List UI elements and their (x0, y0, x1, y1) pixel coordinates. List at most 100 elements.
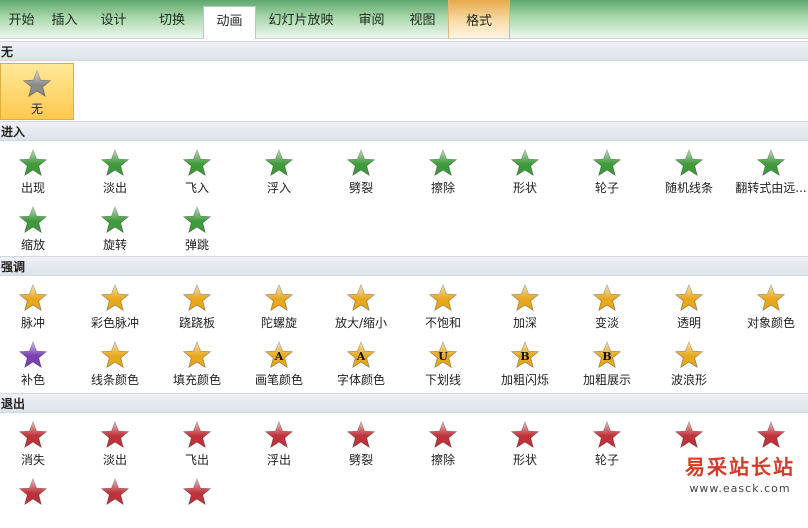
star-red-fade-icon (100, 420, 130, 449)
effect-entrance-1-0[interactable]: 缩放 (0, 200, 74, 256)
effect-label: 出现 (20, 181, 45, 195)
effect-label: 浮入 (266, 181, 291, 195)
tab-0[interactable]: 开始 (0, 8, 43, 38)
effect-label: 字体颜色 (336, 373, 385, 387)
effect-exit-0-5[interactable]: 擦除 (402, 415, 484, 471)
star-gold-darken-icon (510, 283, 540, 312)
effect-label: 画笔颜色 (254, 373, 303, 387)
star-gold-line-color-icon (100, 340, 130, 369)
effect-emphasis-1-2[interactable]: 填充颜色 (156, 335, 238, 391)
svg-text:A: A (356, 350, 366, 363)
effect-label: 加粗闪烁 (500, 373, 549, 387)
effect-entrance-0-8[interactable]: 随机线条 (648, 143, 730, 199)
ribbon-tab-bar: 开始 插入 设计 切换 动画 幻灯片放映 审阅 视图 格式 (0, 0, 808, 39)
section-header-none: 无 (0, 41, 808, 61)
svg-text:B: B (520, 350, 529, 363)
star-green-wipe-icon (428, 148, 458, 177)
effect-emphasis-1-3[interactable]: A 画笔颜色 (238, 335, 320, 391)
tab-4[interactable]: 动画 (203, 6, 256, 39)
effect-none-0-0[interactable]: 无 (0, 63, 74, 120)
effect-emphasis-0-0[interactable]: 脉冲 (0, 278, 74, 334)
effect-exit-0-1[interactable]: 淡出 (74, 415, 156, 471)
effect-label: 形状 (512, 181, 537, 195)
effect-entrance-1-2[interactable]: 弹跳 (156, 200, 238, 256)
effect-label: 无 (30, 102, 43, 116)
tab-3[interactable]: 切换 (141, 8, 203, 38)
effect-label: 劈裂 (348, 453, 373, 467)
effect-exit-0-0[interactable]: 消失 (0, 415, 74, 471)
tab-1[interactable]: 插入 (43, 8, 86, 38)
effect-entrance-0-2[interactable]: 飞入 (156, 143, 238, 199)
effect-label: 陀螺旋 (260, 316, 297, 330)
effect-emphasis-1-0[interactable]: 补色 (0, 335, 74, 391)
effect-emphasis-1-7[interactable]: B 加粗展示 (566, 335, 648, 391)
effect-label: 形状 (512, 453, 537, 467)
effect-exit-0-3[interactable]: 浮出 (238, 415, 320, 471)
effect-exit-1-1[interactable] (74, 472, 156, 528)
effect-label: 翻转式由远... (735, 181, 807, 195)
effect-emphasis-0-5[interactable]: 不饱和 (402, 278, 484, 334)
effect-emphasis-0-8[interactable]: 透明 (648, 278, 730, 334)
effect-entrance-0-3[interactable]: 浮入 (238, 143, 320, 199)
effect-exit-1-2[interactable] (156, 472, 238, 528)
star-red-bounce-icon (182, 477, 212, 506)
effect-entrance-0-6[interactable]: 形状 (484, 143, 566, 199)
tab-6[interactable]: 审阅 (346, 8, 397, 38)
effect-label: 擦除 (430, 181, 455, 195)
effect-emphasis-1-5[interactable]: U 下划线 (402, 335, 484, 391)
effect-emphasis-0-4[interactable]: 放大/缩小 (320, 278, 402, 334)
star-gold-desaturate-icon (428, 283, 458, 312)
effect-emphasis-0-7[interactable]: 变淡 (566, 278, 648, 334)
effect-emphasis-0-3[interactable]: 陀螺旋 (238, 278, 320, 334)
effect-emphasis-1-8[interactable]: 波浪形 (648, 335, 730, 391)
effect-exit-0-2[interactable]: 飞出 (156, 415, 238, 471)
effect-emphasis-0-2[interactable]: 跷跷板 (156, 278, 238, 334)
tab-5[interactable]: 幻灯片放映 (256, 8, 346, 38)
effect-label: 不饱和 (424, 316, 461, 330)
effect-emphasis-1-4[interactable]: A 字体颜色 (320, 335, 402, 391)
star-gold-fill-color-icon (182, 340, 212, 369)
effect-label: 下划线 (424, 373, 461, 387)
star-red-shape-icon (510, 420, 540, 449)
effect-emphasis-1-6[interactable]: B 加粗闪烁 (484, 335, 566, 391)
effect-exit-1-0[interactable] (0, 472, 74, 528)
star-red-fly-out-icon (182, 420, 212, 449)
effect-entrance-0-1[interactable]: 淡出 (74, 143, 156, 199)
star-red-zoom-icon (18, 477, 48, 506)
star-red-wipe-icon (428, 420, 458, 449)
star-green-wheel-icon (592, 148, 622, 177)
effect-emphasis-1-1[interactable]: 线条颜色 (74, 335, 156, 391)
effect-label: 飞入 (184, 181, 209, 195)
section-header-exit: 退出 (0, 393, 808, 413)
effect-entrance-0-0[interactable]: 出现 (0, 143, 74, 199)
effect-label: 随机线条 (664, 181, 713, 195)
effect-label: 擦除 (430, 453, 455, 467)
star-green-rotate-icon (100, 205, 130, 234)
star-red-float-out-icon (264, 420, 294, 449)
effect-emphasis-0-6[interactable]: 加深 (484, 278, 566, 334)
watermark-url: www.easck.com (689, 482, 791, 495)
tab-8[interactable]: 格式 (448, 0, 510, 38)
effect-emphasis-0-1[interactable]: 彩色脉冲 (74, 278, 156, 334)
effect-exit-0-7[interactable]: 轮子 (566, 415, 648, 471)
effect-label: 弹跳 (184, 238, 209, 252)
effect-entrance-0-4[interactable]: 劈裂 (320, 143, 402, 199)
effect-exit-0-6[interactable]: 形状 (484, 415, 566, 471)
effect-entrance-0-7[interactable]: 轮子 (566, 143, 648, 199)
effect-label: 消失 (20, 453, 45, 467)
effect-emphasis-0-9[interactable]: 对象颜色 (730, 278, 808, 334)
effect-entrance-1-1[interactable]: 旋转 (74, 200, 156, 256)
star-gold-pulse-icon (18, 283, 48, 312)
effect-exit-0-4[interactable]: 劈裂 (320, 415, 402, 471)
effect-entrance-0-5[interactable]: 擦除 (402, 143, 484, 199)
effect-label: 对象颜色 (746, 316, 795, 330)
effect-label: 淡出 (102, 453, 127, 467)
site-watermark: 易采站长站 www.easck.com (672, 452, 808, 509)
star-gold-lighten-icon (592, 283, 622, 312)
tab-7[interactable]: 视图 (397, 8, 448, 38)
star-gold-object-color-icon (756, 283, 786, 312)
tab-2[interactable]: 设计 (86, 8, 141, 38)
star-red-rotate-icon (100, 477, 130, 506)
effect-entrance-0-9[interactable]: 翻转式由远... (730, 143, 808, 199)
svg-text:B: B (602, 350, 611, 363)
